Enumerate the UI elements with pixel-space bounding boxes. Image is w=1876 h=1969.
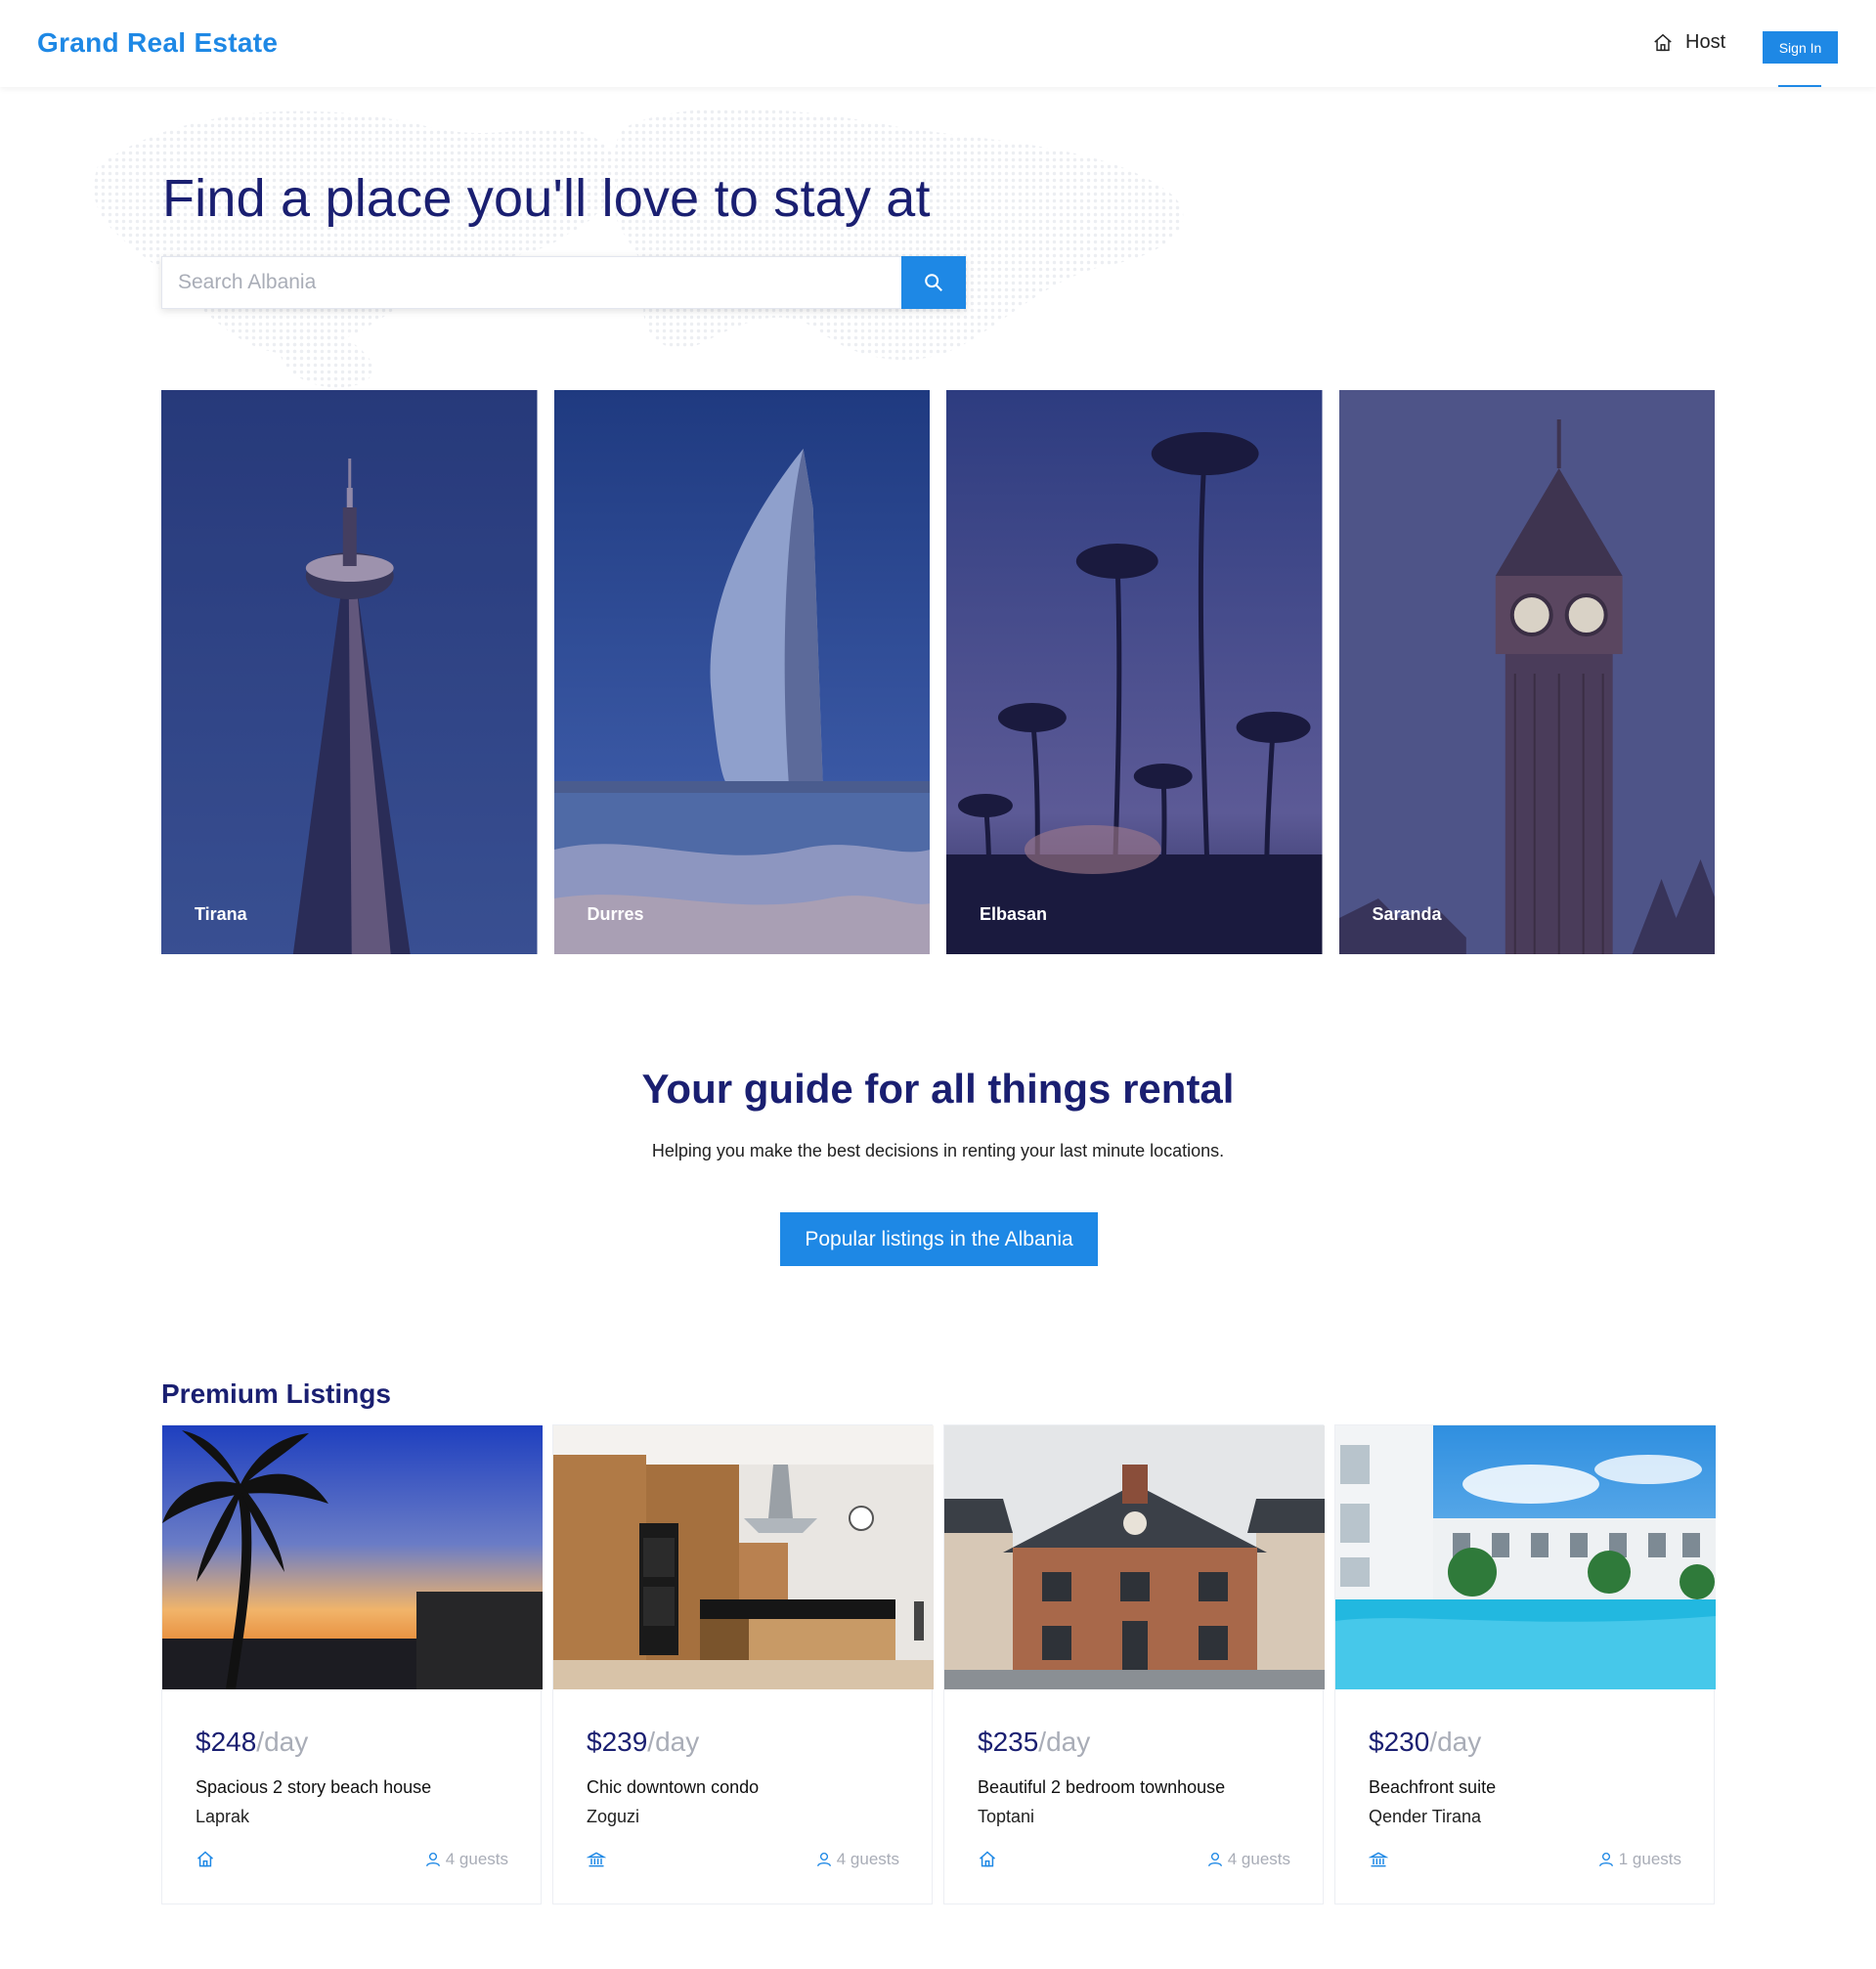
user-icon	[1598, 1852, 1613, 1867]
listing-guests: 1 guests	[1597, 1850, 1681, 1869]
listing-price: $235/day	[978, 1727, 1090, 1758]
listing-photo	[553, 1425, 934, 1689]
listing-photo	[162, 1425, 543, 1689]
city-card-saranda[interactable]: Saranda	[1338, 390, 1715, 954]
listing-location: Laprak	[196, 1807, 250, 1826]
guests-count: 4 guests	[836, 1850, 899, 1868]
listing-card[interactable]: $235/day Beautiful 2 bedroom townhouse T…	[943, 1424, 1325, 1904]
listing-title: Beautiful 2 bedroom townhouse	[978, 1777, 1226, 1797]
listing-price: $239/day	[587, 1727, 699, 1758]
premium-listings-title: Premium Listings	[161, 1378, 391, 1409]
search-bar	[161, 256, 966, 309]
listing-photo	[944, 1425, 1325, 1689]
brand-logo[interactable]: Grand Real Estate	[37, 27, 278, 59]
listing-location: Qender Tirana	[1369, 1807, 1482, 1826]
home-icon	[980, 1851, 995, 1867]
premium-listings: $248/day Spacious 2 story beach house La…	[161, 1424, 1716, 1904]
city-name: Tirana	[195, 904, 247, 924]
listing-price: $230/day	[1369, 1727, 1481, 1758]
city-name: Saranda	[1372, 904, 1442, 924]
listing-title: Beachfront suite	[1369, 1777, 1497, 1797]
city-photo	[946, 390, 1323, 954]
building-icon	[1369, 1852, 1388, 1867]
guide-title: Your guide for all things rental	[641, 1066, 1235, 1112]
price-amount: $235	[978, 1727, 1039, 1757]
price-unit: /day	[1038, 1727, 1091, 1757]
city-photo	[161, 390, 538, 954]
listing-guests: 4 guests	[1206, 1850, 1290, 1869]
host-link[interactable]: Host	[1652, 31, 1725, 54]
price-unit: /day	[647, 1727, 700, 1757]
price-amount: $248	[196, 1727, 257, 1757]
world-map-background	[94, 109, 1184, 388]
user-icon	[816, 1852, 831, 1867]
listing-guests: 4 guests	[424, 1850, 508, 1869]
search-input[interactable]	[161, 256, 901, 309]
city-name: Durres	[587, 904, 644, 924]
listing-location: Toptani	[978, 1807, 1035, 1826]
user-icon	[1207, 1852, 1222, 1867]
listing-guests: 4 guests	[815, 1850, 899, 1869]
city-photo	[1338, 390, 1715, 954]
guests-count: 4 guests	[1227, 1850, 1290, 1868]
listing-price: $248/day	[196, 1727, 308, 1758]
popular-listings-button[interactable]: Popular listings in the Albania	[780, 1212, 1098, 1266]
top-navbar: Grand Real Estate Host Sign In	[0, 0, 1876, 87]
city-card-durres[interactable]: Durres	[553, 390, 930, 954]
price-amount: $230	[1369, 1727, 1430, 1757]
hero-title: Find a place you'll love to stay at	[162, 169, 931, 228]
search-button[interactable]	[901, 256, 966, 309]
user-icon	[425, 1852, 440, 1867]
listing-photo	[1335, 1425, 1716, 1689]
price-unit: /day	[1429, 1727, 1482, 1757]
sign-in-underline	[1778, 85, 1821, 87]
guide-subtitle: Helping you make the best decisions in r…	[651, 1141, 1225, 1160]
listing-card[interactable]: $248/day Spacious 2 story beach house La…	[161, 1424, 543, 1904]
home-icon	[197, 1851, 213, 1867]
search-icon	[925, 274, 942, 291]
price-amount: $239	[587, 1727, 648, 1757]
building-icon	[587, 1852, 606, 1867]
city-cards: Tirana Durres Elbasan Saranda	[161, 390, 1715, 954]
listing-card[interactable]: $239/day Chic downtown condo Zoguzi 4 gu…	[552, 1424, 934, 1904]
listing-title: Chic downtown condo	[587, 1777, 760, 1797]
city-photo	[553, 390, 930, 954]
listing-location: Zoguzi	[587, 1807, 640, 1826]
city-card-tirana[interactable]: Tirana	[161, 390, 538, 954]
listing-card[interactable]: $230/day Beachfront suite Qender Tirana …	[1334, 1424, 1716, 1904]
city-card-elbasan[interactable]: Elbasan	[946, 390, 1323, 954]
sign-in-button[interactable]: Sign In	[1763, 31, 1838, 64]
home-icon	[1654, 33, 1672, 51]
guests-count: 1 guests	[1618, 1850, 1681, 1868]
guests-count: 4 guests	[445, 1850, 508, 1868]
city-name: Elbasan	[980, 904, 1048, 924]
price-unit: /day	[256, 1727, 309, 1757]
host-label: Host	[1685, 31, 1726, 53]
listing-title: Spacious 2 story beach house	[196, 1777, 432, 1797]
